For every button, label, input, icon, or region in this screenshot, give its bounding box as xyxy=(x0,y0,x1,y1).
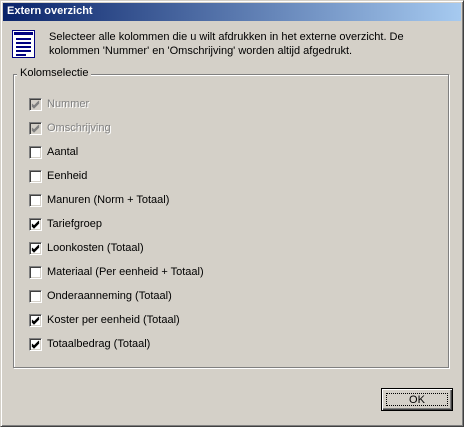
checkmark-icon xyxy=(31,220,40,229)
column-option-label: Totaalbedrag (Totaal) xyxy=(47,338,151,350)
checkbox[interactable] xyxy=(29,313,42,327)
checkmark-icon xyxy=(31,244,40,253)
checkbox[interactable] xyxy=(29,241,42,255)
checkmark-icon xyxy=(31,100,40,109)
column-option[interactable]: Manuren (Norm + Totaal) xyxy=(29,192,169,208)
column-option-label: Nummer xyxy=(47,98,90,110)
checkbox[interactable] xyxy=(29,217,42,231)
window-title: Extern overzicht xyxy=(7,5,93,17)
column-option-label: Onderaanneming (Totaal) xyxy=(47,290,172,302)
checkmark-icon xyxy=(31,316,40,325)
checkbox[interactable] xyxy=(29,337,42,351)
column-option[interactable]: Loonkosten (Totaal) xyxy=(29,240,144,256)
checkmark-icon xyxy=(31,340,40,349)
column-option-label: Loonkosten (Totaal) xyxy=(47,242,144,254)
column-option[interactable]: Eenheid xyxy=(29,168,87,184)
column-option-label: Tariefgroep xyxy=(47,218,103,230)
document-list-icon xyxy=(12,30,35,58)
group-legend: Kolomselectie xyxy=(17,67,92,79)
column-option[interactable]: Onderaanneming (Totaal) xyxy=(29,288,172,304)
column-option[interactable]: Tariefgroep xyxy=(29,216,102,232)
column-option-label: Koster per eenheid (Totaal) xyxy=(47,314,180,326)
checkbox[interactable] xyxy=(29,289,42,303)
title-bar[interactable]: Extern overzicht xyxy=(3,3,461,21)
column-option[interactable]: Materiaal (Per eenheid + Totaal) xyxy=(29,264,204,280)
description-text: Selecteer alle kolommen die u wilt afdru… xyxy=(49,31,404,57)
column-option: Omschrijving xyxy=(29,120,111,136)
checkbox[interactable] xyxy=(29,193,42,207)
column-option[interactable]: Aantal xyxy=(29,144,78,160)
focus-rectangle xyxy=(386,393,448,406)
column-option[interactable]: Totaalbedrag (Totaal) xyxy=(29,336,150,352)
checkbox[interactable] xyxy=(29,145,42,159)
column-option-label: Eenheid xyxy=(47,170,88,182)
dialog-window: Extern overzicht Selecteer alle kolommen… xyxy=(0,0,464,427)
checkbox[interactable] xyxy=(29,169,42,183)
ok-button[interactable]: OK xyxy=(381,388,453,411)
column-option-label: Omschrijving xyxy=(47,122,111,134)
checkbox[interactable] xyxy=(29,265,42,279)
checkbox xyxy=(29,121,42,135)
checkmark-icon xyxy=(31,124,40,133)
column-option[interactable]: Koster per eenheid (Totaal) xyxy=(29,312,180,328)
column-option: Nummer xyxy=(29,96,89,112)
column-option-label: Materiaal (Per eenheid + Totaal) xyxy=(47,266,204,278)
column-option-label: Manuren (Norm + Totaal) xyxy=(47,194,170,206)
column-option-label: Aantal xyxy=(47,146,79,158)
checkbox xyxy=(29,97,42,111)
